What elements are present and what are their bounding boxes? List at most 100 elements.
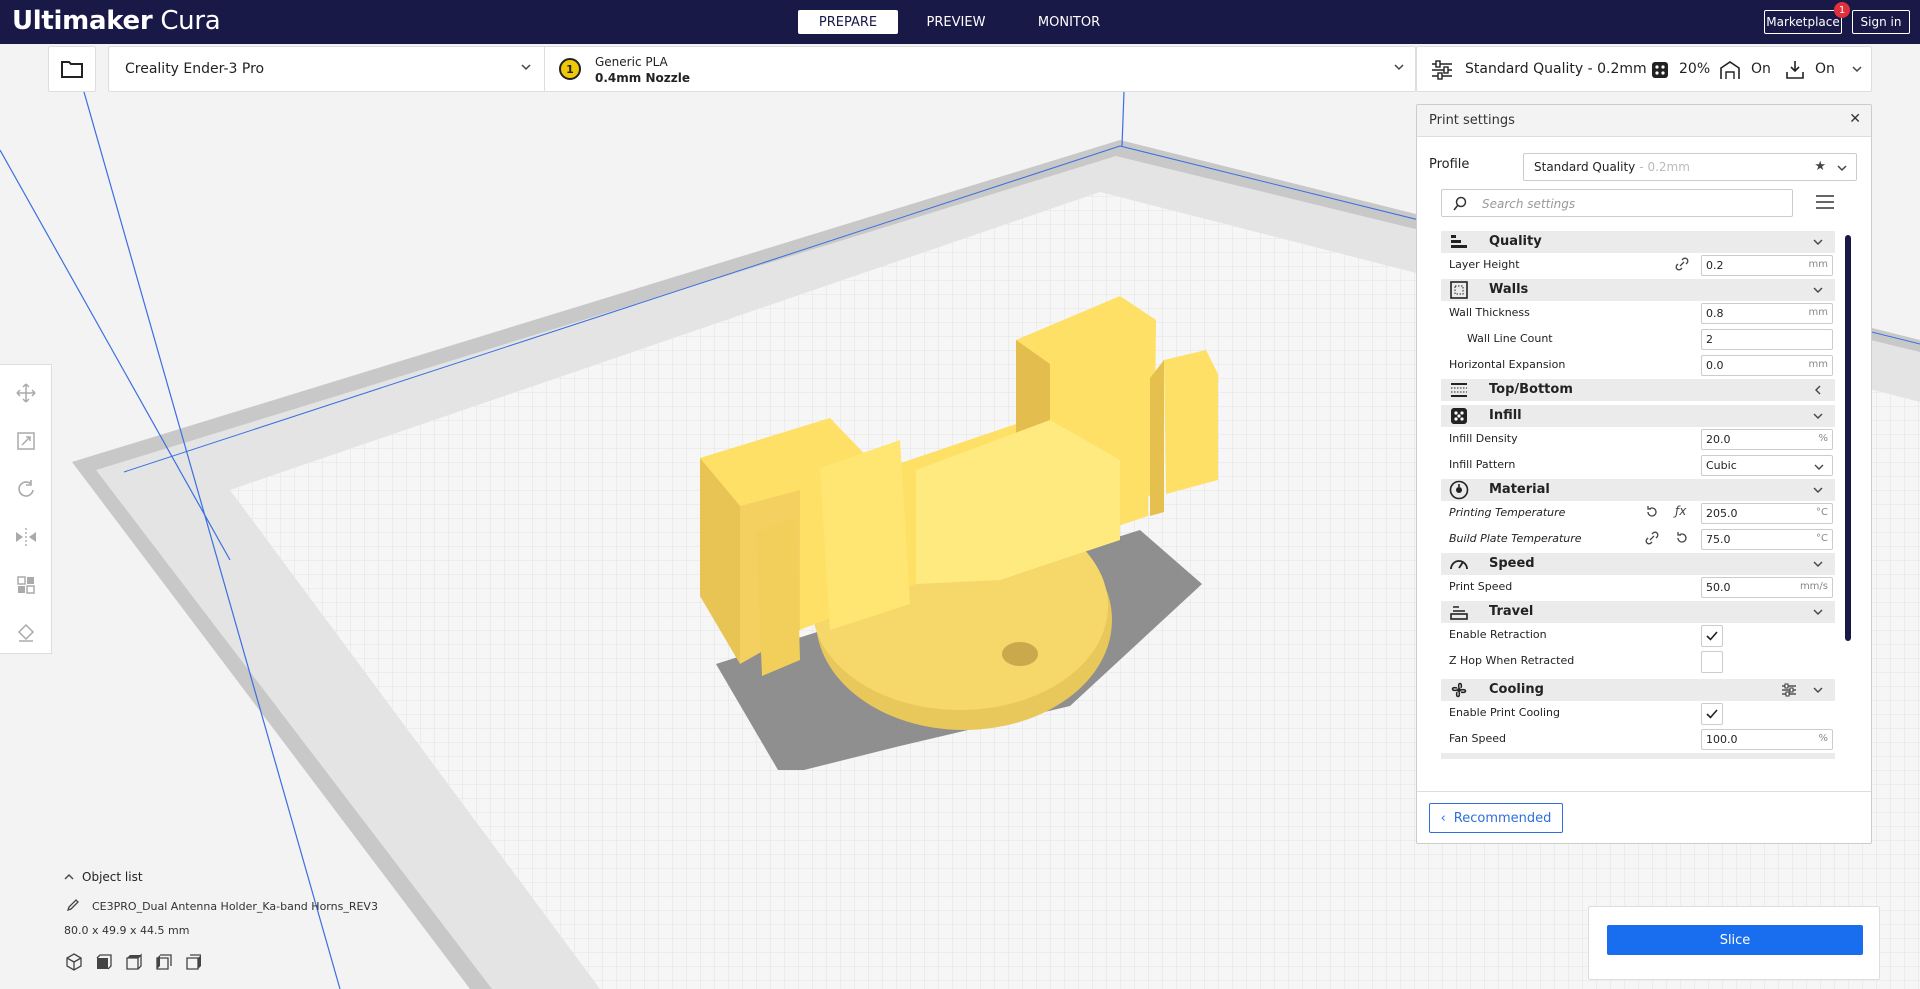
wall-line-count-input[interactable]: 2: [1701, 329, 1833, 350]
material-icon: [1449, 480, 1469, 500]
wall-thickness-input[interactable]: 0.8 mm: [1701, 303, 1833, 324]
infill-icon: [1449, 406, 1469, 426]
reset-icon[interactable]: [1645, 505, 1659, 519]
category-walls[interactable]: Walls: [1441, 279, 1835, 301]
object-dimensions: 80.0 x 49.9 x 44.5 mm: [64, 924, 190, 937]
sliders-icon: [1432, 60, 1452, 80]
enable-retraction-checkbox[interactable]: [1701, 625, 1723, 647]
search-input[interactable]: [1482, 194, 1782, 214]
chevron-down-icon: [1813, 687, 1823, 693]
move-tool[interactable]: [12, 379, 40, 407]
search-icon: [1453, 196, 1467, 211]
infill-icon: [1652, 62, 1668, 78]
sign-in-button[interactable]: Sign in: [1852, 10, 1910, 34]
reset-icon[interactable]: [1675, 531, 1689, 545]
category-quality[interactable]: Quality: [1441, 231, 1835, 253]
recommended-button[interactable]: ‹ Recommended: [1429, 803, 1563, 833]
per-model-settings-icon: [17, 576, 35, 594]
profile-value: Standard Quality: [1534, 160, 1636, 174]
mirror-icon: [16, 528, 36, 546]
print-setup-selector[interactable]: Standard Quality - 0.2mm 20% On On: [1416, 46, 1872, 92]
panel-header: Print settings ✕: [1417, 105, 1871, 137]
sliders-icon[interactable]: [1781, 683, 1797, 697]
chevron-down-icon: [1813, 413, 1823, 419]
profile-selector[interactable]: Standard Quality - 0.2mm ★: [1523, 153, 1857, 181]
chevron-down-icon: [1394, 64, 1404, 71]
chevron-down-icon: [1813, 561, 1823, 567]
category-infill[interactable]: Infill: [1441, 405, 1835, 427]
panel-title: Print settings: [1429, 113, 1515, 128]
machine-selector-bar: Creality Ender-3 Pro 1 Generic PLA 0.4mm…: [108, 46, 1416, 92]
chevron-down-icon: [1814, 464, 1824, 470]
print-speed-input[interactable]: 50.0 mm/s: [1701, 577, 1833, 598]
extruder-selector[interactable]: 1 Generic PLA 0.4mm Nozzle: [545, 47, 1417, 91]
tab-monitor[interactable]: MONITOR: [1014, 10, 1124, 34]
walls-icon: [1449, 280, 1469, 300]
star-icon[interactable]: ★: [1814, 159, 1826, 174]
move-icon: [16, 383, 36, 403]
adhesion-value: On: [1815, 61, 1835, 77]
fan-speed-input[interactable]: 100.0%: [1701, 729, 1833, 750]
settings-scrollbar[interactable]: [1845, 235, 1851, 641]
scale-tool[interactable]: [12, 427, 40, 455]
close-icon[interactable]: ✕: [1849, 111, 1861, 127]
stage-tabs: PREPARE PREVIEW MONITOR: [798, 10, 1124, 34]
view-3d-icon[interactable]: [64, 952, 84, 972]
setting-build-plate-temperature: Build Plate Temperature 75.0 °C: [1441, 527, 1835, 551]
slice-button[interactable]: Slice: [1607, 925, 1863, 955]
chevron-left-icon: [1815, 385, 1821, 395]
folder-icon: [61, 61, 83, 78]
category-material[interactable]: Material: [1441, 479, 1835, 501]
z-hop-checkbox[interactable]: [1701, 651, 1723, 673]
setting-z-hop: Z Hop When Retracted: [1441, 649, 1835, 673]
setting-layer-height: Layer Height 0.2 mm: [1441, 253, 1835, 277]
build-plate-temperature-input[interactable]: 75.0 °C: [1701, 529, 1833, 550]
view-orientation-buttons: [64, 952, 204, 972]
infill-density-input[interactable]: 20.0%: [1701, 429, 1833, 450]
printer-selector[interactable]: Creality Ender-3 Pro: [109, 47, 545, 91]
quality-icon: [1449, 232, 1469, 252]
link-icon[interactable]: [1645, 531, 1659, 545]
model-hole: [1002, 642, 1038, 666]
category-speed[interactable]: Speed: [1441, 553, 1835, 575]
material-name: Generic PLA: [595, 55, 668, 69]
category-top-bottom[interactable]: Top/Bottom: [1441, 379, 1835, 401]
support-blocker-tool[interactable]: [12, 619, 40, 647]
setting-wall-line-count: Wall Line Count 2: [1441, 327, 1835, 351]
view-top-icon[interactable]: [124, 952, 144, 972]
layer-height-input[interactable]: 0.2 mm: [1701, 255, 1833, 276]
link-icon[interactable]: [1675, 257, 1689, 271]
category-cooling[interactable]: Cooling: [1441, 679, 1835, 701]
top-bottom-icon: [1449, 380, 1469, 400]
quality-label: Standard Quality - 0.2mm: [1465, 61, 1647, 77]
open-file-button[interactable]: [48, 46, 96, 92]
tab-preview[interactable]: PREVIEW: [898, 10, 1014, 34]
chevron-up-icon: [64, 874, 74, 880]
tab-prepare[interactable]: PREPARE: [798, 10, 898, 34]
category-travel[interactable]: Travel: [1441, 601, 1835, 623]
view-right-icon[interactable]: [184, 952, 204, 972]
mirror-tool[interactable]: [12, 523, 40, 551]
function-icon[interactable]: ƒx: [1675, 504, 1686, 518]
view-front-icon[interactable]: [94, 952, 114, 972]
enable-print-cooling-checkbox[interactable]: [1701, 703, 1723, 725]
chevron-down-icon: [521, 64, 531, 71]
printing-temperature-input[interactable]: 205.0 °C: [1701, 503, 1833, 524]
setting-horizontal-expansion: Horizontal Expansion 0.0 mm: [1441, 353, 1835, 377]
rotate-tool[interactable]: [12, 475, 40, 503]
nozzle-name: 0.4mm Nozzle: [595, 71, 690, 85]
top-bar: Ultimaker Cura PREPARE PREVIEW MONITOR M…: [0, 0, 1920, 44]
travel-icon: [1449, 602, 1469, 622]
pencil-icon[interactable]: [66, 898, 80, 912]
infill-pattern-select[interactable]: Cubic: [1701, 455, 1833, 476]
profile-subtitle: - 0.2mm: [1639, 160, 1690, 174]
cura-app: Ultimaker Cura PREPARE PREVIEW MONITOR M…: [0, 0, 1920, 989]
menu-icon[interactable]: [1815, 193, 1835, 211]
horizontal-expansion-input[interactable]: 0.0 mm: [1701, 355, 1833, 376]
category-support-partial[interactable]: [1441, 753, 1835, 759]
per-model-settings-tool[interactable]: [12, 571, 40, 599]
object-list-toggle[interactable]: Object list: [64, 870, 143, 884]
setting-enable-print-cooling: Enable Print Cooling: [1441, 701, 1835, 725]
view-left-icon[interactable]: [154, 952, 174, 972]
marketplace-button[interactable]: Marketplace: [1764, 10, 1842, 34]
